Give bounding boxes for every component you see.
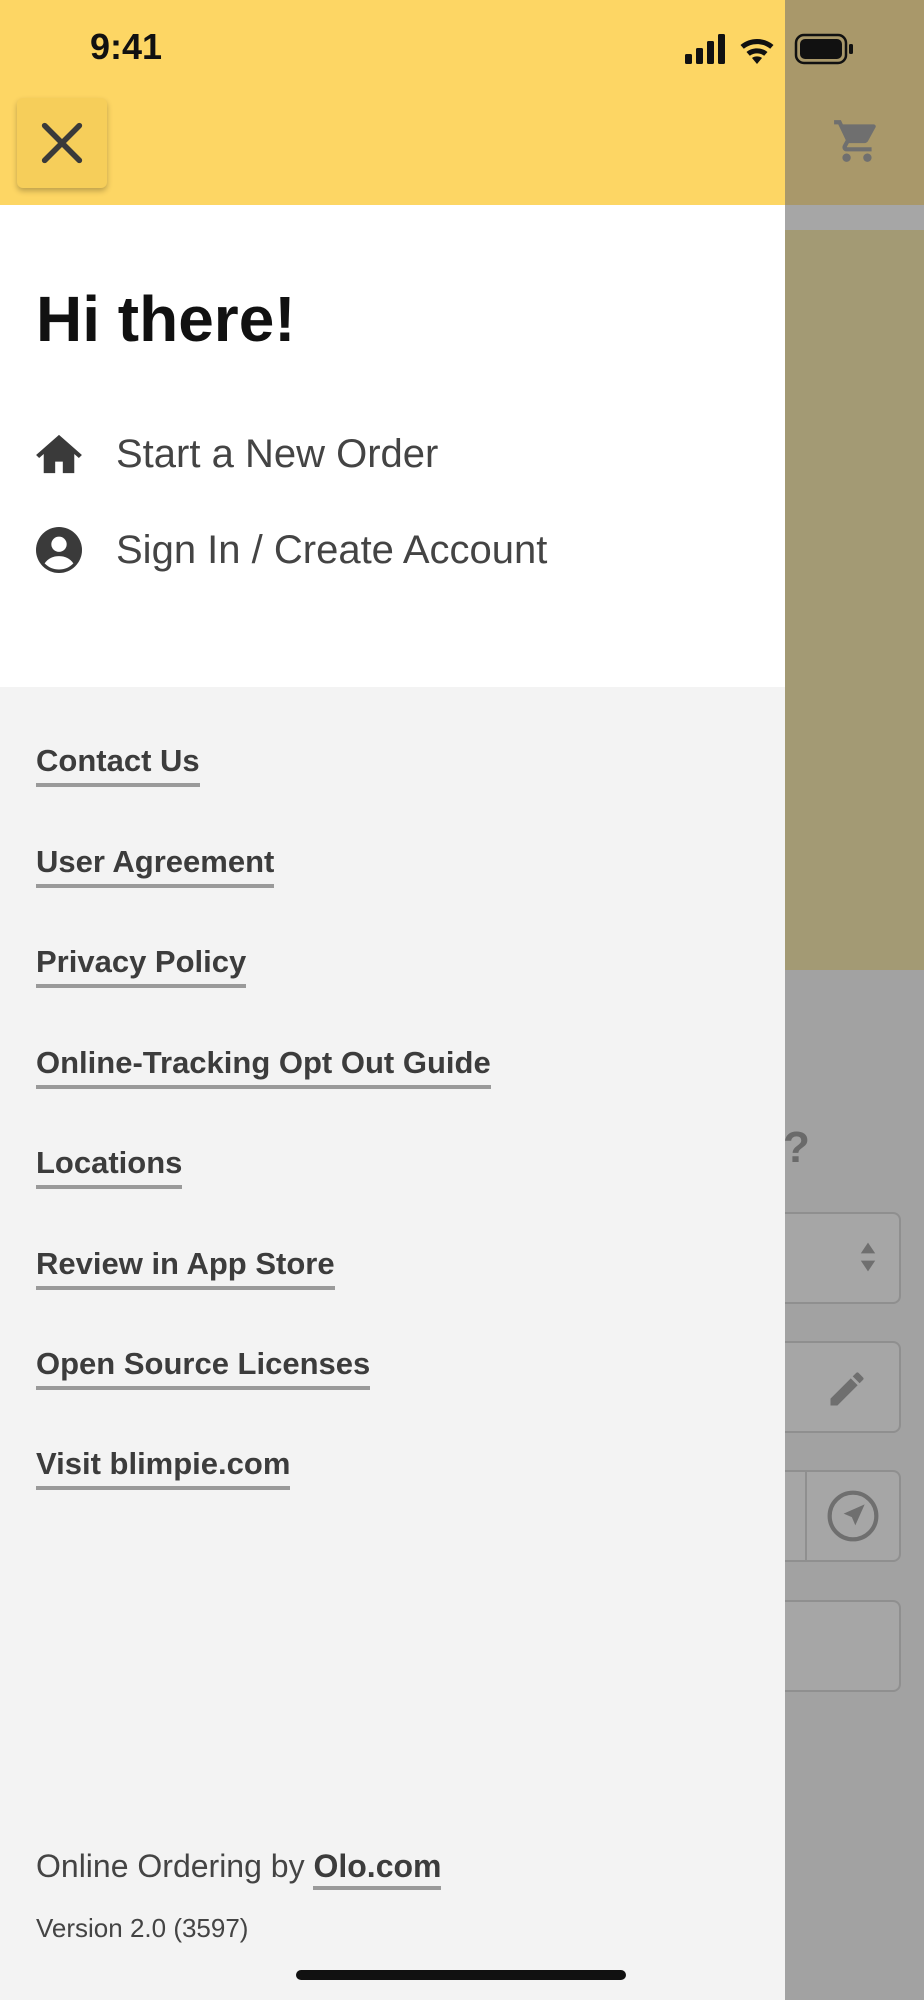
battery-icon <box>794 33 853 65</box>
sign-in-item[interactable]: Sign In / Create Account <box>36 527 547 573</box>
close-button[interactable] <box>17 98 107 188</box>
open-source-licenses-link[interactable]: Open Source Licenses <box>36 1346 371 1390</box>
sign-in-label: Sign In / Create Account <box>116 527 548 572</box>
opt-out-guide-link[interactable]: Online-Tracking Opt Out Guide <box>36 1045 491 1089</box>
signal-icon <box>685 34 725 64</box>
greeting-heading: Hi there! <box>36 283 296 355</box>
sort-arrows-icon <box>860 1242 876 1272</box>
drawer-header: 9:41 <box>0 0 853 205</box>
version-text: Version 2.0 (3597) <box>36 1913 249 1943</box>
pencil-icon <box>830 1372 864 1406</box>
start-new-order-label: Start a New Order <box>116 431 439 476</box>
locations-link[interactable]: Locations <box>36 1145 183 1189</box>
background-edit-field <box>785 1341 901 1433</box>
account-circle-icon <box>36 527 82 573</box>
home-indicator[interactable] <box>296 1970 626 1980</box>
side-drawer: 9:41 Hi there! Start a New Order Sign In… <box>0 0 853 2000</box>
background-strip <box>785 205 924 230</box>
status-icons <box>685 33 853 65</box>
start-new-order-item[interactable]: Start a New Order <box>36 431 438 477</box>
cart-icon <box>834 120 876 162</box>
contact-us-link[interactable]: Contact Us <box>36 743 200 787</box>
status-time: 9:41 <box>90 26 163 67</box>
online-ordering-credit: Online Ordering by Olo.com <box>36 1848 442 1890</box>
visit-blimpie-link[interactable]: Visit blimpie.com <box>36 1446 291 1490</box>
home-icon <box>36 431 82 477</box>
user-agreement-link[interactable]: User Agreement <box>36 844 275 888</box>
privacy-policy-link[interactable]: Privacy Policy <box>36 944 247 988</box>
background-text-field <box>785 1600 901 1692</box>
olo-link[interactable]: Olo.com <box>313 1848 442 1890</box>
background-select-field <box>785 1212 901 1304</box>
review-app-store-link[interactable]: Review in App Store <box>36 1246 335 1290</box>
online-ordering-prefix: Online Ordering by <box>36 1848 314 1884</box>
navigation-arrow-icon <box>827 1490 879 1542</box>
close-icon <box>41 122 83 164</box>
background-hero-image <box>785 230 924 970</box>
wifi-icon <box>740 39 774 64</box>
background-location-field <box>785 1470 901 1562</box>
background-question: ? <box>783 1123 810 1172</box>
